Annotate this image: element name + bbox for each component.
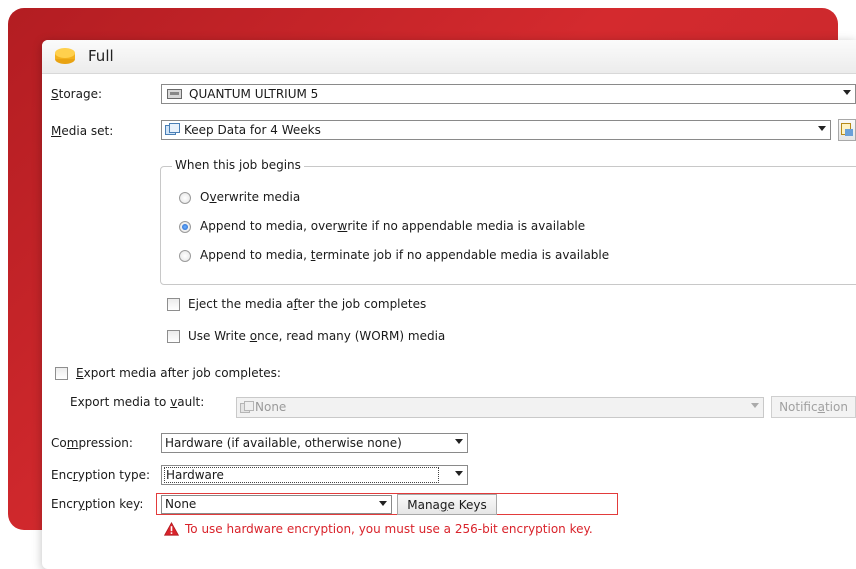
radio-overwrite-media[interactable] (179, 192, 191, 204)
radio-append-terminate-label: Append to media, terminate job if no app… (200, 248, 610, 262)
notification-button[interactable]: Notification (771, 396, 856, 418)
worm-media-label: Use Write once, read many (WORM) media (188, 329, 446, 343)
compression-dropdown[interactable]: Hardware (if available, otherwise none) (161, 433, 468, 453)
encryption-type-value: Hardware (164, 467, 439, 483)
encryption-type-dropdown[interactable]: Hardware (161, 465, 468, 485)
compression-label: Compression: (51, 436, 133, 450)
storage-dropdown[interactable]: QUANTUM ULTRIUM 5 (161, 84, 856, 104)
export-media-label: Export media after job completes: (76, 366, 281, 380)
worm-media-checkbox[interactable] (167, 330, 180, 343)
media-set-properties-button[interactable] (838, 119, 856, 141)
radio-append-terminate[interactable] (179, 250, 191, 262)
eject-media-checkbox[interactable] (167, 298, 180, 311)
job-begins-legend: When this job begins (172, 158, 304, 172)
encryption-key-dropdown[interactable]: None (161, 495, 392, 514)
chevron-down-icon (379, 501, 387, 506)
window-title: Full (88, 47, 114, 65)
storage-value: QUANTUM ULTRIUM 5 (189, 87, 319, 101)
radio-append-overwrite[interactable] (179, 221, 191, 233)
tape-drive-icon (167, 89, 182, 99)
encryption-error-message: To use hardware encryption, you must use… (185, 522, 593, 536)
media-set-value: Keep Data for 4 Weeks (184, 123, 321, 137)
media-set-dropdown[interactable]: Keep Data for 4 Weeks (161, 120, 831, 140)
chevron-down-icon (455, 439, 463, 444)
export-vault-dropdown[interactable]: None (236, 397, 764, 418)
encryption-key-value: None (165, 497, 197, 511)
backup-options-panel: Full Storage: QUANTUM ULTRIUM 5 Media se… (42, 40, 856, 569)
media-set-icon (165, 123, 180, 135)
title-bar: Full (42, 40, 856, 74)
compression-value: Hardware (if available, otherwise none) (165, 436, 402, 450)
radio-append-overwrite-label: Append to media, overwrite if no appenda… (200, 219, 586, 233)
export-media-checkbox[interactable] (55, 367, 68, 380)
manage-keys-button[interactable]: Manage Keys (397, 494, 497, 515)
export-vault-value: None (255, 400, 287, 414)
eject-media-label: Eject the media after the job completes (188, 297, 427, 311)
media-set-label: Media set: (51, 124, 114, 138)
warning-icon (164, 522, 179, 536)
backup-job-icon (55, 48, 75, 64)
radio-overwrite-label: Overwrite media (200, 190, 301, 204)
chevron-down-icon (455, 471, 463, 476)
export-vault-label: Export media to vault: (70, 395, 205, 409)
chevron-down-icon (818, 126, 826, 131)
vault-icon (240, 401, 254, 413)
chevron-down-icon (751, 403, 759, 408)
encryption-type-label: Encryption type: (51, 468, 151, 482)
encryption-key-label: Encryption key: (51, 497, 144, 511)
media-properties-icon (841, 123, 853, 136)
storage-label: Storage: (51, 87, 103, 101)
chevron-down-icon (843, 90, 851, 95)
